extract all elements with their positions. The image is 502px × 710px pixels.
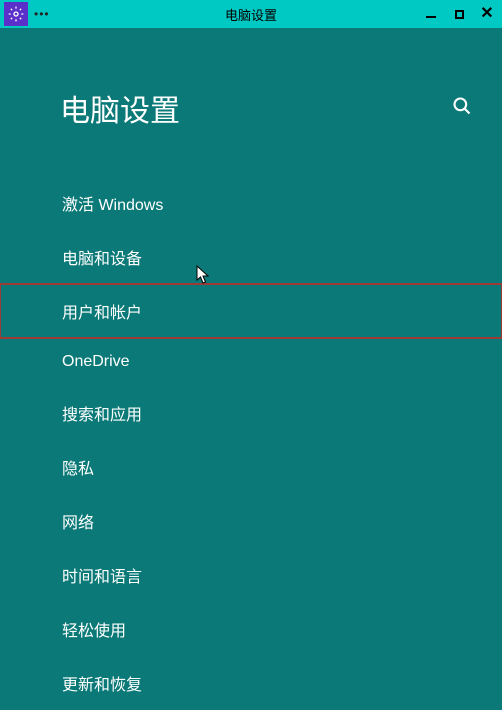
- menu-item[interactable]: 时间和语言: [0, 548, 502, 602]
- menu-item[interactable]: 激活 Windows: [0, 176, 502, 230]
- window-title: 电脑设置: [225, 5, 277, 24]
- app-icon: [4, 2, 28, 26]
- menu-item[interactable]: 轻松使用: [0, 602, 502, 656]
- menu-item[interactable]: 搜索和应用: [0, 386, 502, 440]
- close-button[interactable]: ✕: [478, 5, 496, 23]
- menu-item[interactable]: 更新和恢复: [0, 656, 502, 710]
- menu-item[interactable]: 电脑和设备: [0, 230, 502, 284]
- minimize-button[interactable]: [422, 5, 440, 23]
- menu-item-label: 隐私: [62, 461, 94, 478]
- menu-item-label: 用户和帐户: [62, 305, 142, 322]
- menu-item-label: 激活 Windows: [62, 197, 163, 214]
- settings-menu: 激活 Windows 电脑和设备用户和帐户 OneDrive 搜索和应用隐私网络时间和…: [0, 176, 502, 710]
- menu-item[interactable]: OneDrive: [0, 338, 502, 386]
- maximize-button[interactable]: [450, 5, 468, 23]
- menu-item[interactable]: 隐私: [0, 440, 502, 494]
- page-title: 电脑设置: [60, 86, 180, 130]
- menu-item-label: 搜索和应用: [62, 407, 142, 424]
- menu-item[interactable]: 用户和帐户: [0, 284, 502, 338]
- menu-item-label: OneDrive: [62, 353, 130, 370]
- menu-item-label: 轻松使用: [62, 623, 126, 640]
- window-controls: ✕: [422, 5, 496, 23]
- search-icon[interactable]: [452, 96, 472, 121]
- content-area: 电脑设置 激活 Windows 电脑和设备用户和帐户 OneDrive 搜索和应用隐私…: [0, 28, 502, 710]
- menu-item-label: 电脑和设备: [62, 251, 142, 268]
- menu-item-label: 更新和恢复: [62, 677, 142, 694]
- menu-item[interactable]: 网络: [0, 494, 502, 548]
- titlebar: ••• 电脑设置 ✕: [0, 0, 502, 28]
- titlebar-menu-dots[interactable]: •••: [34, 7, 50, 21]
- menu-item-label: 时间和语言: [62, 569, 142, 586]
- menu-item-label: 网络: [62, 515, 94, 532]
